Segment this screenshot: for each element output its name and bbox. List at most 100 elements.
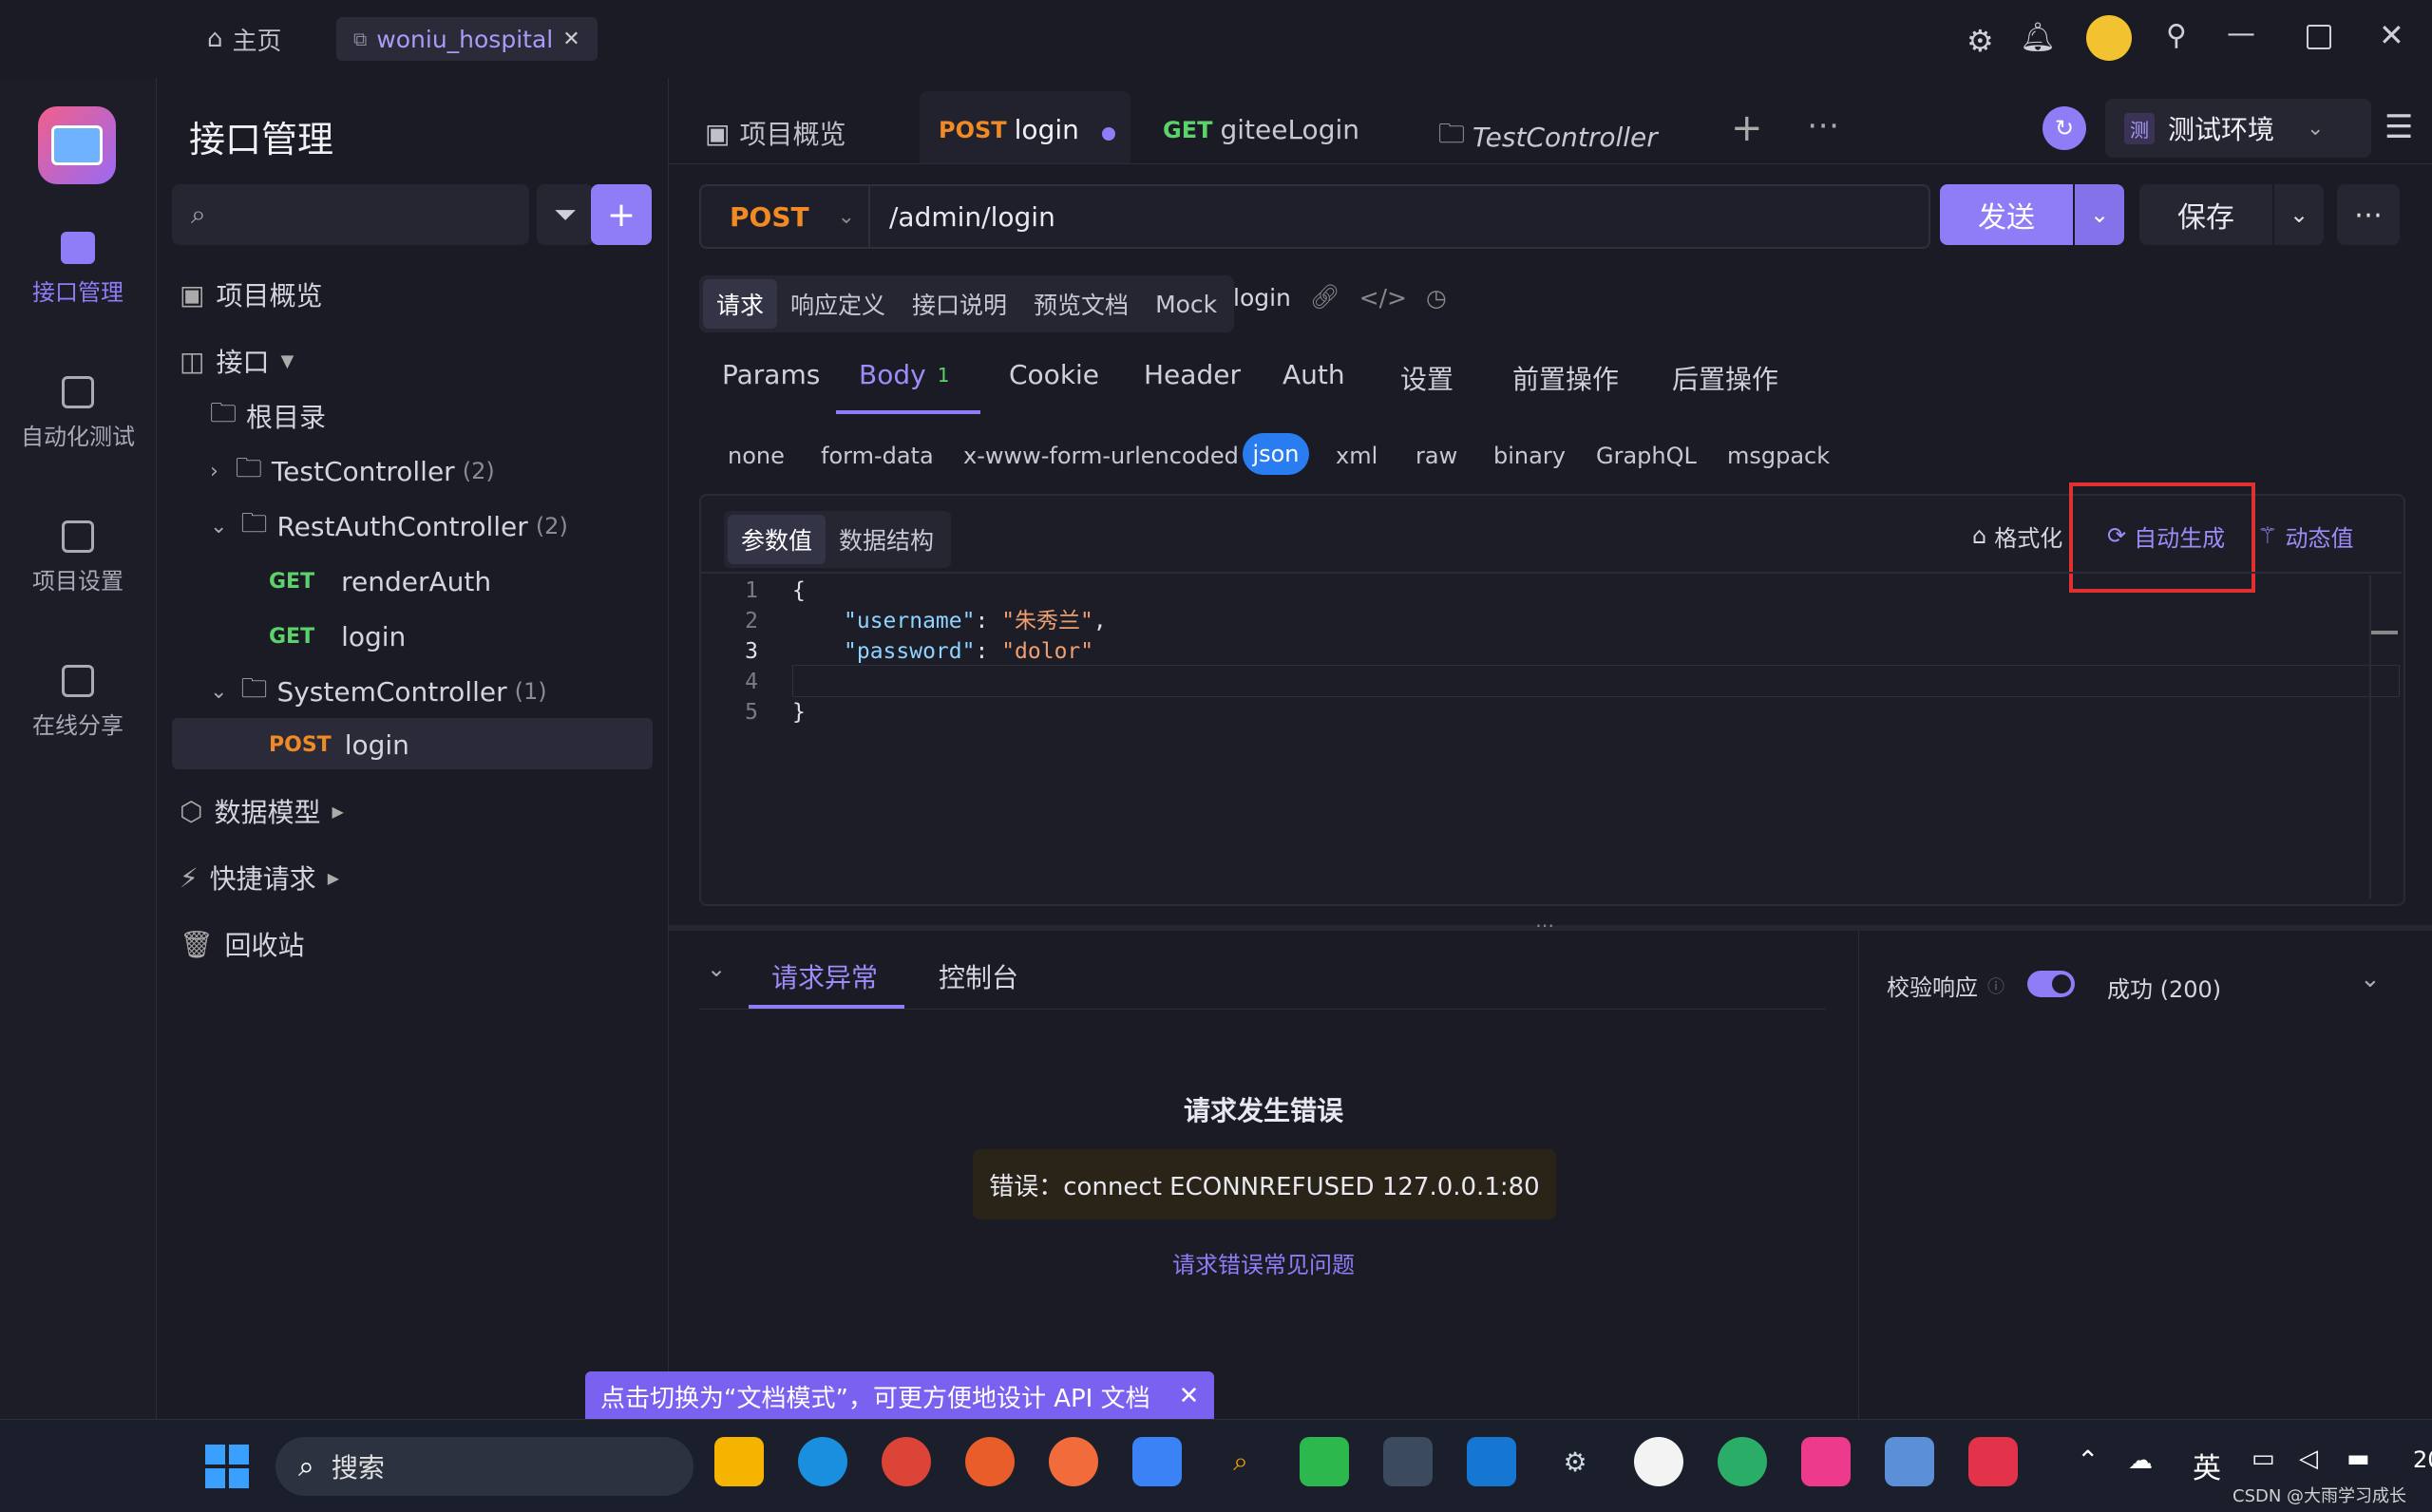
app-icon[interactable] (965, 1437, 1015, 1486)
add-button[interactable]: + (591, 184, 652, 245)
tree-data-models[interactable]: ⬡ 数据模型 ▶ (180, 786, 344, 836)
tree-quick-requests[interactable]: ⚡︎ 快捷请求 ▶ (180, 853, 339, 902)
app-icon[interactable] (1634, 1437, 1683, 1486)
clock[interactable]: 20 (2413, 1446, 2432, 1473)
tab-request-error[interactable]: 请求异常 (771, 957, 878, 995)
tree-root-folder[interactable]: 🗀︎ 根目录 (210, 391, 326, 441)
mode-schema[interactable]: 数据结构 (826, 515, 947, 564)
tree-recycle-bin[interactable]: 🗑︎ 回收站 (180, 919, 305, 969)
battery-icon[interactable]: ▬ (2346, 1445, 2370, 1473)
postman-icon[interactable] (1049, 1437, 1098, 1486)
minimize-icon[interactable]: — (2227, 17, 2255, 50)
history-icon[interactable]: ◷ (1426, 284, 1447, 312)
maximize-icon[interactable] (2307, 25, 2331, 49)
url-input[interactable]: /admin/login (889, 201, 1055, 233)
tab-get-giteelogin[interactable]: GET giteeLogin (1163, 114, 1359, 145)
send-dropdown-button[interactable]: ⌄ (2075, 184, 2124, 245)
close-icon[interactable]: ✕ (562, 28, 580, 51)
tree-folder[interactable]: › 🗀︎ TestController (2) (210, 446, 495, 496)
tree-endpoint-selected[interactable]: POST login (269, 720, 409, 769)
more-button[interactable]: ⋯ (2337, 184, 2400, 245)
tab-pre-ops[interactable]: 前置操作 (1512, 359, 1619, 397)
help-icon[interactable]: ⓘ (1987, 973, 2004, 998)
menu-icon[interactable]: ☰ (2384, 108, 2413, 146)
tab-auth[interactable]: Auth (1282, 359, 1345, 390)
remote-icon[interactable] (1383, 1437, 1433, 1486)
close-icon[interactable]: ✕ (1179, 1382, 1200, 1410)
segment-request[interactable]: 请求 (703, 279, 778, 329)
validate-toggle[interactable] (2027, 971, 2075, 997)
volume-icon[interactable]: ◁ (2299, 1445, 2318, 1473)
network-icon[interactable]: ▭ (2252, 1445, 2275, 1473)
drag-dots-icon[interactable]: ⋯ (1535, 914, 1554, 936)
rail-item-automation[interactable]: 自动化测试 (0, 376, 156, 451)
new-tab-icon[interactable]: + (1731, 106, 1763, 150)
avatar[interactable] (2086, 15, 2132, 61)
rail-item-project-settings[interactable]: 项目设置 (0, 520, 156, 595)
segment-response-def[interactable]: 响应定义 (777, 279, 899, 329)
tab-testcontroller[interactable]: 🗀︎ TestController (1438, 114, 1658, 160)
tab-cookie[interactable]: Cookie (1009, 359, 1099, 390)
save-button[interactable]: 保存 (2139, 184, 2272, 245)
tree-interfaces[interactable]: ◫ 接口 ▼ (180, 336, 294, 386)
apifox-icon[interactable] (1968, 1437, 2018, 1486)
method-select[interactable]: POST ⌄ (701, 186, 870, 247)
filter-button[interactable]: ⏷ (537, 184, 594, 245)
response-status-select[interactable]: 成功 (200) (2107, 971, 2221, 1004)
tab-settings[interactable]: 设置 (1400, 359, 1454, 397)
bell-icon[interactable]: 🔔︎ (2020, 21, 2056, 54)
save-dropdown-button[interactable]: ⌄ (2274, 184, 2324, 245)
search-tool-icon[interactable]: ⌕ (1216, 1437, 1265, 1486)
collapse-icon[interactable]: ⌄ (707, 955, 726, 982)
vscode-icon[interactable] (1467, 1437, 1516, 1486)
window-close-icon[interactable]: ✕ (2379, 17, 2404, 53)
edge-icon[interactable] (798, 1437, 847, 1486)
wechat-icon[interactable] (1718, 1437, 1767, 1486)
tab-console[interactable]: 控制台 (939, 957, 1018, 995)
tree-search-input[interactable]: ⌕ (172, 184, 529, 245)
tab-header[interactable]: Header (1144, 359, 1241, 390)
more-tabs-icon[interactable]: ⋯ (1807, 106, 1839, 144)
body-type-msgpack[interactable]: msgpack (1727, 443, 1830, 469)
tree-overview[interactable]: ▣ 项目概览 (180, 270, 322, 319)
intellij-icon[interactable] (1801, 1437, 1851, 1486)
format-button[interactable]: ⌂ 格式化 (1972, 511, 2062, 560)
link-icon[interactable]: 🔗︎ (1310, 283, 1340, 312)
project-tab[interactable]: ⧉ woniu_hospital ✕ (336, 17, 598, 61)
body-type-none[interactable]: none (728, 443, 785, 469)
body-type-json[interactable]: json (1243, 433, 1309, 475)
segment-mock[interactable]: Mock (1142, 283, 1230, 326)
file-explorer-icon[interactable] (714, 1437, 764, 1486)
tab-params[interactable]: Params (722, 359, 820, 390)
dynamic-value-button[interactable]: ⚚ 动态值 (2257, 511, 2354, 560)
rail-item-share[interactable]: 在线分享 (0, 665, 156, 740)
json-editor[interactable]: { "username": "朱秀兰", "password": "dolor"… (792, 576, 1107, 728)
segment-preview-doc[interactable]: 预览文档 (1020, 279, 1142, 329)
tab-post-ops[interactable]: 后置操作 (1672, 359, 1778, 397)
tray-chevron-icon[interactable]: ⌃ (2077, 1445, 2099, 1476)
app-icon[interactable] (1885, 1437, 1934, 1486)
mode-values[interactable]: 参数值 (728, 515, 826, 564)
tree-endpoint[interactable]: GET renderAuth (269, 557, 491, 606)
tree-endpoint[interactable]: GET login (269, 612, 406, 661)
rail-item-api-management[interactable]: 接口管理 (0, 232, 156, 307)
taskbar-search[interactable]: ⌕ 搜索 (276, 1437, 694, 1496)
segment-description[interactable]: 接口说明 (899, 279, 1020, 329)
pin-icon[interactable]: ⚲ (2166, 19, 2187, 52)
env-selector[interactable]: 测 测试环境 ⌄ (2105, 99, 2371, 158)
body-type-form-data[interactable]: form-data (821, 443, 934, 469)
start-icon[interactable] (205, 1445, 249, 1488)
body-type-binary[interactable]: binary (1493, 443, 1566, 469)
chevron-down-icon[interactable]: ⌄ (2360, 965, 2381, 993)
code-icon[interactable]: </> (1359, 284, 1407, 312)
editor-scrollbar[interactable] (2369, 576, 2371, 898)
body-type-graphql[interactable]: GraphQL (1596, 443, 1697, 469)
tree-folder[interactable]: ⌄ 🗀︎ SystemController (1) (210, 667, 547, 716)
evernote-icon[interactable] (1300, 1437, 1349, 1486)
tab-overview[interactable]: ▣ 项目概览 (705, 114, 846, 152)
cloud-icon[interactable]: ☁ (2128, 1446, 2153, 1475)
ime-indicator[interactable]: 英 (2193, 1445, 2221, 1486)
tab-body[interactable]: Body 1 (859, 359, 949, 390)
chrome-icon[interactable] (882, 1437, 931, 1486)
settings-icon[interactable]: ⚙ (1550, 1437, 1600, 1486)
